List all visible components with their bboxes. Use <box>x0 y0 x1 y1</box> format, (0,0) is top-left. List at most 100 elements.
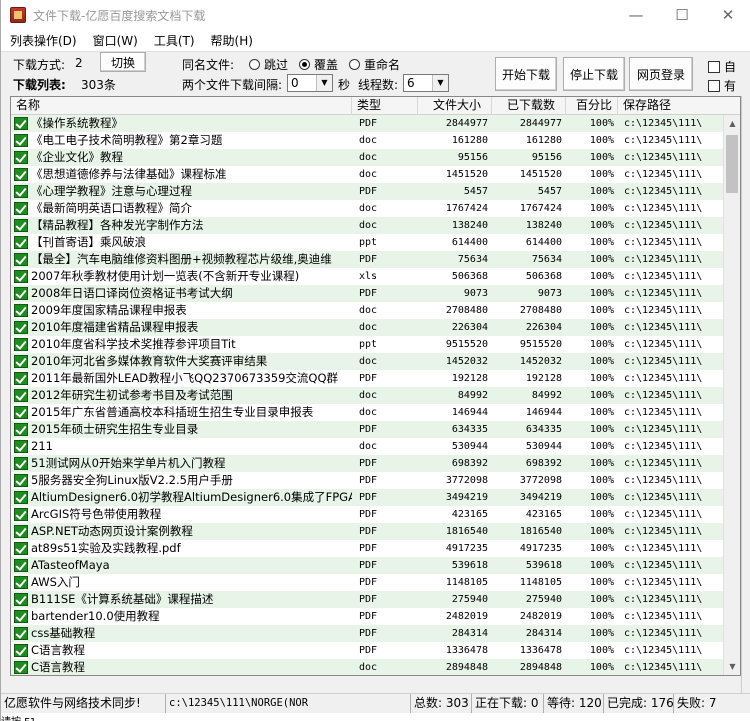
radio-skip[interactable]: 跳过 <box>249 56 288 73</box>
title-bar[interactable]: 文件下载-亿愿百度搜索文档下载 — ☐ ✕ <box>1 0 750 30</box>
auto-checkbox[interactable]: 自 <box>708 58 736 75</box>
has-checkbox-box[interactable] <box>708 80 720 92</box>
download-list[interactable]: 名称 类型 文件大小 已下载数 百分比 保存路径 《操作系统教程》 PDF 2844… <box>10 96 741 676</box>
check-icon[interactable] <box>14 355 28 368</box>
col-type[interactable]: 类型 <box>352 97 418 115</box>
col-percent[interactable]: 百分比 <box>566 97 618 115</box>
check-icon[interactable] <box>14 593 28 606</box>
minimize-button[interactable]: — <box>613 0 659 30</box>
menu-window[interactable]: 窗口(W) <box>86 32 145 49</box>
table-row[interactable]: 2015年广东省普通高校本科插班生招生专业目录申报表 doc 146944 14694… <box>11 404 724 421</box>
check-icon[interactable] <box>14 270 28 283</box>
table-row[interactable]: 211 doc 530944 530944 100% c:\12345\111\ <box>11 438 724 455</box>
check-icon[interactable] <box>14 168 28 181</box>
switch-button[interactable]: 切换 <box>100 52 146 72</box>
radio-rename[interactable]: 重命名 <box>349 56 400 73</box>
check-icon[interactable] <box>14 219 28 232</box>
radio-overwrite-circle[interactable] <box>299 59 310 70</box>
threads-select[interactable]: 6 ▼ <box>403 74 449 92</box>
table-row[interactable]: AltiumDesigner6.0初学教程AltiumDesigner6.0集成… <box>11 489 724 506</box>
check-icon[interactable] <box>14 406 28 419</box>
table-row[interactable]: 【精品教程】各种发光字制作方法 doc 138240 138240 100% c:\123… <box>11 217 724 234</box>
interval-select[interactable]: 0 ▼ <box>287 74 333 92</box>
check-icon[interactable] <box>14 423 28 436</box>
table-row[interactable]: 《电工电子技术简明教程》第2章习题 doc 161280 161280 100% c:\1… <box>11 132 724 149</box>
check-icon[interactable] <box>14 321 28 334</box>
table-row[interactable]: 2010年河北省多媒体教育软件大奖赛评审结果 doc 1452032 1452032 1… <box>11 353 724 370</box>
has-checkbox[interactable]: 有 <box>708 77 736 94</box>
table-row[interactable]: 2011年最新国外LEAD教程小飞QQ2370673359交流QQ群 PDF 192… <box>11 370 724 387</box>
table-row[interactable]: ArcGIS符号色带使用教程 PDF 423165 423165 100% c:\1234… <box>11 506 724 523</box>
table-row[interactable]: 《企业文化》教程 doc 95156 95156 100% c:\12345\111\ <box>11 149 724 166</box>
table-row[interactable]: 51测试网从0开始来学单片机入门教程 PDF 698392 698392 100% c:\… <box>11 455 724 472</box>
check-icon[interactable] <box>14 372 28 385</box>
check-icon[interactable] <box>14 338 28 351</box>
table-row[interactable]: C语言教程 doc 2894848 2894848 100% c:\12345\111\ <box>11 659 724 675</box>
table-row[interactable]: AWS入门 PDF 1148105 1148105 100% c:\12345\111\ <box>11 574 724 591</box>
table-row[interactable]: 5服务器安全狗Linux版V2.2.5用户手册 PDF 3772098 3772098… <box>11 472 724 489</box>
col-name[interactable]: 名称 <box>11 97 352 115</box>
scroll-down-arrow-icon[interactable]: ▼ <box>724 658 740 675</box>
table-row[interactable]: 2015年硕士研究生招生专业目录 PDF 634335 634335 100% c:\12… <box>11 421 724 438</box>
table-row[interactable]: ATasteofMaya PDF 539618 539618 100% c:\12345\… <box>11 557 724 574</box>
check-icon[interactable] <box>14 627 28 640</box>
table-row[interactable]: 2008年日语口译岗位资格证书考试大纲 PDF 9073 9073 100% c:\123… <box>11 285 724 302</box>
check-icon[interactable] <box>14 491 28 504</box>
table-row[interactable]: 《最新简明英语口语教程》简介 doc 1767424 1767424 100% c:\12… <box>11 200 724 217</box>
check-icon[interactable] <box>14 559 28 572</box>
col-downloaded[interactable]: 已下载数 <box>492 97 566 115</box>
scroll-thumb[interactable] <box>726 135 738 193</box>
check-icon[interactable] <box>14 542 28 555</box>
check-icon[interactable] <box>14 134 28 147</box>
menu-help[interactable]: 帮助(H) <box>204 32 260 49</box>
radio-overwrite[interactable]: 覆盖 <box>299 56 338 73</box>
table-row[interactable]: B111SE《计算系统基础》课程描述 PDF 275940 275940 100% c:\… <box>11 591 724 608</box>
start-download-button[interactable]: 开始下载 <box>495 57 557 91</box>
table-row[interactable]: 2010年度省科学技术奖推荐参评项目Tit ppt 9515520 9515520 10… <box>11 336 724 353</box>
close-button[interactable]: ✕ <box>705 0 750 30</box>
check-icon[interactable] <box>14 525 28 538</box>
table-row[interactable]: 【刊首寄语】乘风破浪 ppt 614400 614400 100% c:\12345\11… <box>11 234 724 251</box>
check-icon[interactable] <box>14 474 28 487</box>
check-icon[interactable] <box>14 151 28 164</box>
check-icon[interactable] <box>14 610 28 623</box>
table-row[interactable]: 2012年研究生初试参考书目及考试范围 doc 84992 84992 100% c:\1… <box>11 387 724 404</box>
check-icon[interactable] <box>14 236 28 249</box>
col-size[interactable]: 文件大小 <box>418 97 492 115</box>
check-icon[interactable] <box>14 117 28 130</box>
web-login-button[interactable]: 网页登录 <box>629 57 693 91</box>
stop-download-button[interactable]: 停止下载 <box>563 57 625 91</box>
check-icon[interactable] <box>14 287 28 300</box>
check-icon[interactable] <box>14 457 28 470</box>
check-icon[interactable] <box>14 508 28 521</box>
check-icon[interactable] <box>14 185 28 198</box>
check-icon[interactable] <box>14 202 28 215</box>
menu-list-ops[interactable]: 列表操作(D) <box>3 32 84 49</box>
table-row[interactable]: bartender10.0使用教程 PDF 2482019 2482019 100% c:… <box>11 608 724 625</box>
check-icon[interactable] <box>14 253 28 266</box>
menu-tools[interactable]: 工具(T) <box>147 32 202 49</box>
table-row[interactable]: 2007年秋季教材使用计划一览表(不含新开专业课程) xls 506368 50636… <box>11 268 724 285</box>
table-row[interactable]: 《操作系统教程》 PDF 2844977 2844977 100% c:\12345\11… <box>11 115 724 132</box>
radio-rename-circle[interactable] <box>349 59 360 70</box>
table-row[interactable]: 【最全】汽车电脑维修资料图册+视频教程芯片级维,奥迪维 PDF 75634 75634… <box>11 251 724 268</box>
maximize-button[interactable]: ☐ <box>659 0 705 30</box>
table-row[interactable]: 《思想道德修养与法律基础》课程标准 doc 1451520 1451520 100% c:… <box>11 166 724 183</box>
check-icon[interactable] <box>14 304 28 317</box>
table-row[interactable]: ASP.NET动态网页设计案例教程 PDF 1816540 1816540 100% c:… <box>11 523 724 540</box>
vertical-scrollbar[interactable]: ▲ ▼ <box>723 115 740 675</box>
scroll-up-arrow-icon[interactable]: ▲ <box>724 115 740 132</box>
table-row[interactable]: 2010年度福建省精品课程申报表 doc 226304 226304 100% c:\12… <box>11 319 724 336</box>
table-row[interactable]: 2009年度国家精品课程申报表 doc 2708480 2708480 100% c:\1… <box>11 302 724 319</box>
check-icon[interactable] <box>14 440 28 453</box>
auto-checkbox-box[interactable] <box>708 61 720 73</box>
col-save-path[interactable]: 保存路径 <box>618 97 740 115</box>
table-row[interactable]: css基础教程 PDF 284314 284314 100% c:\12345\111\ <box>11 625 724 642</box>
check-icon[interactable] <box>14 389 28 402</box>
table-row[interactable]: 《心理学教程》注意与心理过程 PDF 5457 5457 100% c:\12345\11… <box>11 183 724 200</box>
table-row[interactable]: C语言教程 PDF 1336478 1336478 100% c:\12345\111\ <box>11 642 724 659</box>
check-icon[interactable] <box>14 576 28 589</box>
check-icon[interactable] <box>14 661 28 674</box>
check-icon[interactable] <box>14 644 28 657</box>
radio-skip-circle[interactable] <box>249 59 260 70</box>
